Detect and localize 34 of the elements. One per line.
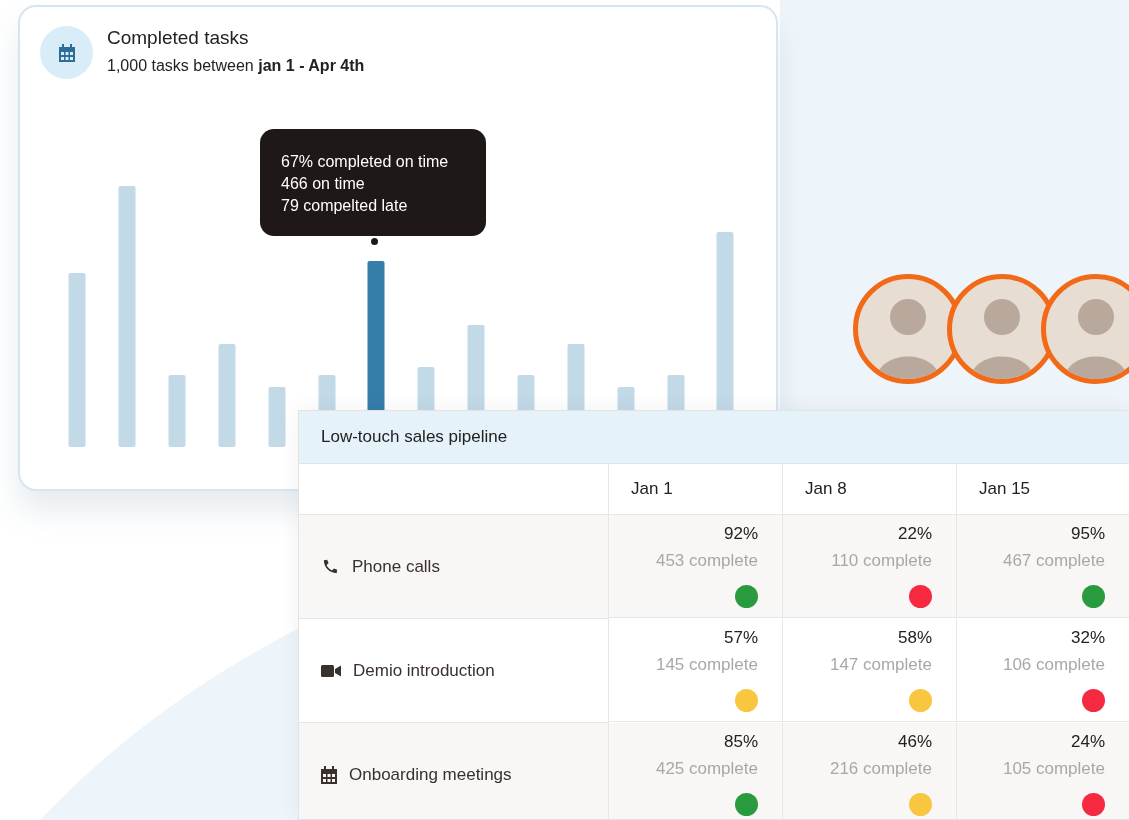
phone-icon bbox=[321, 557, 340, 576]
bar bbox=[168, 375, 186, 447]
video-camera-icon bbox=[321, 663, 341, 678]
complete-count: 147 complete bbox=[829, 654, 932, 676]
percent-value: 85% bbox=[723, 731, 758, 753]
row-label: Phone calls bbox=[352, 556, 440, 577]
percent-value: 95% bbox=[1070, 523, 1105, 545]
card-subtitle: 1,000 tasks between jan 1 - Apr 4th bbox=[107, 57, 365, 75]
percent-value: 46% bbox=[897, 731, 932, 753]
complete-count: 216 complete bbox=[829, 758, 932, 780]
bar bbox=[268, 387, 286, 447]
calendar-icon bbox=[58, 43, 75, 62]
percent-value: 32% bbox=[1070, 627, 1105, 649]
tooltip-line: 466 on time bbox=[281, 174, 366, 194]
complete-count: 110 complete bbox=[831, 550, 932, 572]
complete-count: 106 complete bbox=[1002, 654, 1105, 676]
tooltip-line: 79 compelted late bbox=[281, 196, 409, 216]
percent-value: 57% bbox=[723, 627, 758, 649]
tooltip-line: 67% completed on time bbox=[281, 152, 450, 172]
complete-count: 425 complete bbox=[655, 758, 758, 780]
percent-value: 92% bbox=[723, 523, 758, 545]
percent-value: 24% bbox=[1070, 731, 1105, 753]
percent-value: 22% bbox=[897, 523, 932, 545]
card-title: Completed tasks bbox=[107, 27, 250, 49]
complete-count: 145 complete bbox=[655, 654, 758, 676]
tooltip-pointer-dot bbox=[371, 238, 378, 245]
complete-count: 467 complete bbox=[1002, 550, 1105, 572]
complete-count: 105 complete bbox=[1002, 758, 1105, 780]
calendar-icon bbox=[321, 765, 337, 784]
table-title: Low-touch sales pipeline bbox=[299, 411, 1129, 464]
percent-value: 58% bbox=[897, 627, 932, 649]
row-label: Onboarding meetings bbox=[349, 764, 512, 785]
row-label: Demio introduction bbox=[353, 660, 495, 681]
complete-count: 453 complete bbox=[655, 550, 758, 572]
